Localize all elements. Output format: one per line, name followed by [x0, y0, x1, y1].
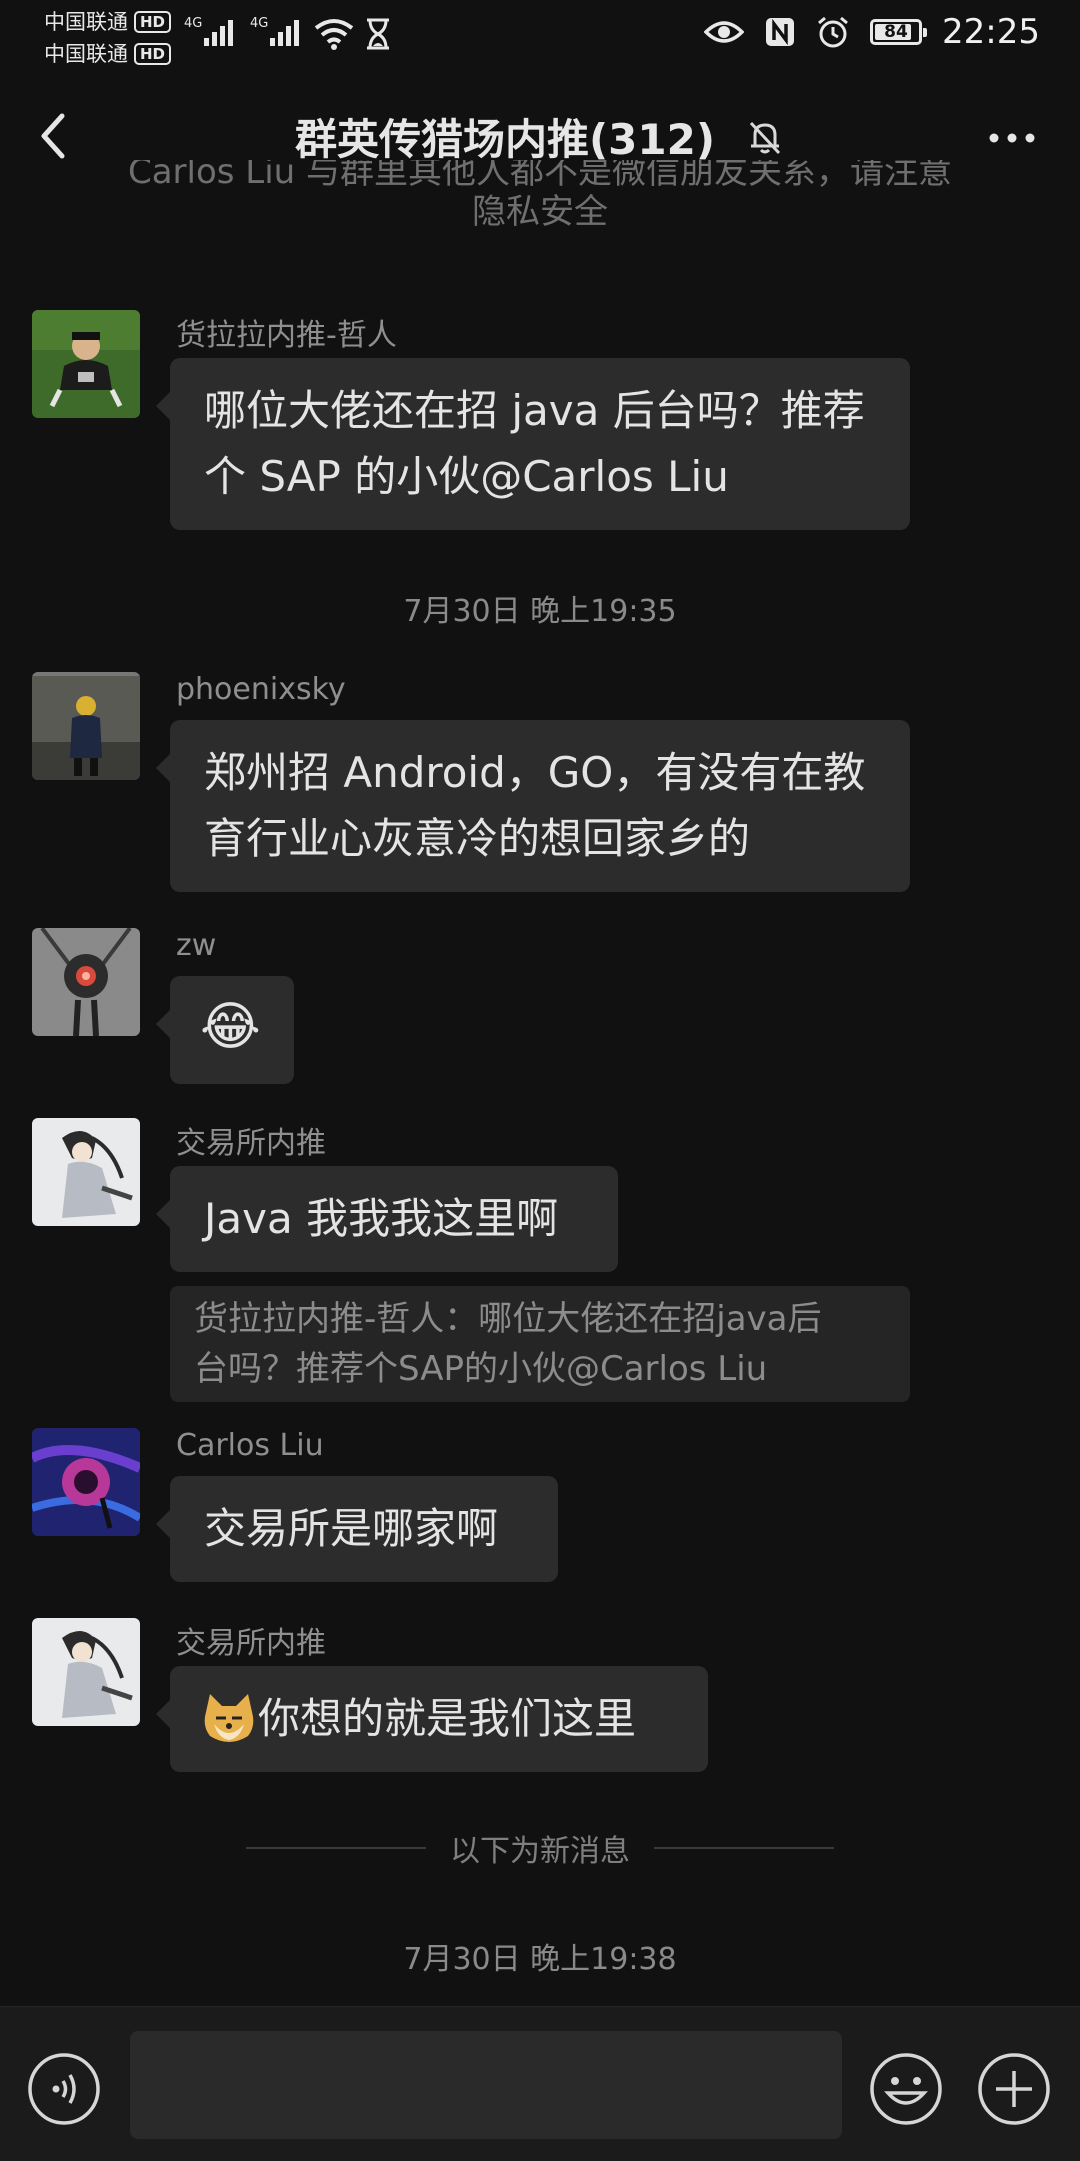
message-bubble[interactable]: 你想的就是我们这里	[156, 1666, 708, 1772]
nfc-icon	[766, 18, 795, 46]
wifi-icon	[314, 19, 354, 50]
avatar[interactable]	[32, 1118, 140, 1226]
divider-label: 以下为新消息	[450, 1834, 630, 1869]
message-input[interactable]	[130, 2031, 842, 2139]
battery-level: 84	[884, 22, 908, 42]
message-bubble[interactable]: 哪位大佬还在招 java 后台吗？推荐 个 SAP 的小伙@Carlos Liu	[156, 358, 910, 530]
plus-icon[interactable]	[976, 2051, 1052, 2127]
carrier-info: 中国联通 HD 中国联通 HD	[44, 6, 172, 70]
message-bubble[interactable]: 😂	[156, 976, 294, 1084]
chat-title-area[interactable]: 群英传猎场内推(312)	[0, 106, 1080, 167]
timestamp: 7月30日 晚上19:35	[403, 594, 677, 629]
alarm-icon	[818, 16, 848, 48]
sender-name: zw	[176, 928, 217, 963]
laughing-emoji-icon: 😂	[200, 997, 261, 1057]
hd-badge: HD	[134, 43, 172, 65]
avatar[interactable]	[32, 928, 140, 1036]
bell-off-icon	[749, 121, 781, 154]
sender-name: 货拉拉内推-哲人	[176, 318, 397, 353]
message-bubble[interactable]: Java 我我我这里啊	[156, 1166, 618, 1272]
message-text: 交易所是哪家啊	[204, 1504, 499, 1553]
privacy-notice: Carlos Liu 与群里其他人都不是微信朋友关系，请注意 隐私安全	[80, 160, 1000, 236]
carrier-name: 中国联通	[44, 10, 128, 34]
new-messages-divider: 以下为新消息	[0, 1826, 1080, 1870]
network-type: 4G	[184, 16, 203, 31]
status-bar: 中国联通 HD 中国联通 HD 4G 4G 84 22:25	[0, 0, 1080, 66]
voice-icon[interactable]	[26, 2051, 102, 2127]
clock: 22:25	[942, 12, 1040, 52]
emoji-icon[interactable]	[868, 2051, 944, 2127]
message-text: 你想的就是我们这里	[258, 1694, 637, 1743]
quoted-message[interactable]: 货拉拉内推-哲人：哪位大佬还在招java后 台吗？推荐个SAP的小伙@Carlo…	[170, 1286, 910, 1402]
sender-name: 交易所内推	[176, 1626, 326, 1661]
message-text: Java 我我我这里啊	[204, 1194, 559, 1243]
avatar[interactable]	[32, 1428, 140, 1536]
sender-name: 交易所内推	[176, 1126, 326, 1161]
more-dots-icon[interactable]	[982, 118, 1042, 158]
carrier-name: 中国联通	[44, 42, 128, 66]
notice-line-partial: Carlos Liu 与群里其他人都不是微信朋友关系，请注意	[127, 160, 953, 188]
sender-name: Carlos Liu	[176, 1428, 324, 1463]
notice-line: 隐私安全	[472, 192, 608, 232]
message-input-bar	[0, 2006, 1080, 2161]
message-text: 个 SAP 的小伙@Carlos Liu	[204, 452, 729, 501]
page-title: 群英传猎场内推(312)	[294, 115, 716, 164]
sender-name: phoenixsky	[176, 672, 346, 707]
timestamp: 7月30日 晚上19:38	[403, 1942, 677, 1977]
message-text: 哪位大佬还在招 java 后台吗？推荐	[204, 386, 865, 435]
message-text: 郑州招 Android，GO，有没有在教	[204, 748, 866, 797]
quote-text: 货拉拉内推-哲人：哪位大佬还在招java后	[194, 1299, 822, 1339]
hourglass-icon	[367, 18, 389, 50]
avatar[interactable]	[32, 672, 140, 780]
quote-text: 台吗？推荐个SAP的小伙@Carlos Liu	[194, 1349, 768, 1389]
signal-icon: 4G	[184, 16, 234, 46]
avatar[interactable]	[32, 310, 140, 418]
message-bubble[interactable]: 郑州招 Android，GO，有没有在教 育行业心灰意冷的想回家乡的	[156, 720, 910, 892]
doge-emoji-icon	[204, 1694, 254, 1742]
signal-icon: 4G	[250, 16, 300, 46]
network-type: 4G	[250, 16, 269, 31]
message-text: 育行业心灰意冷的想回家乡的	[204, 814, 751, 863]
eye-icon	[704, 21, 745, 43]
hd-badge: HD	[134, 11, 172, 33]
message-bubble[interactable]: 交易所是哪家啊	[156, 1476, 558, 1582]
battery-icon: 84	[870, 19, 928, 45]
avatar[interactable]	[32, 1618, 140, 1726]
